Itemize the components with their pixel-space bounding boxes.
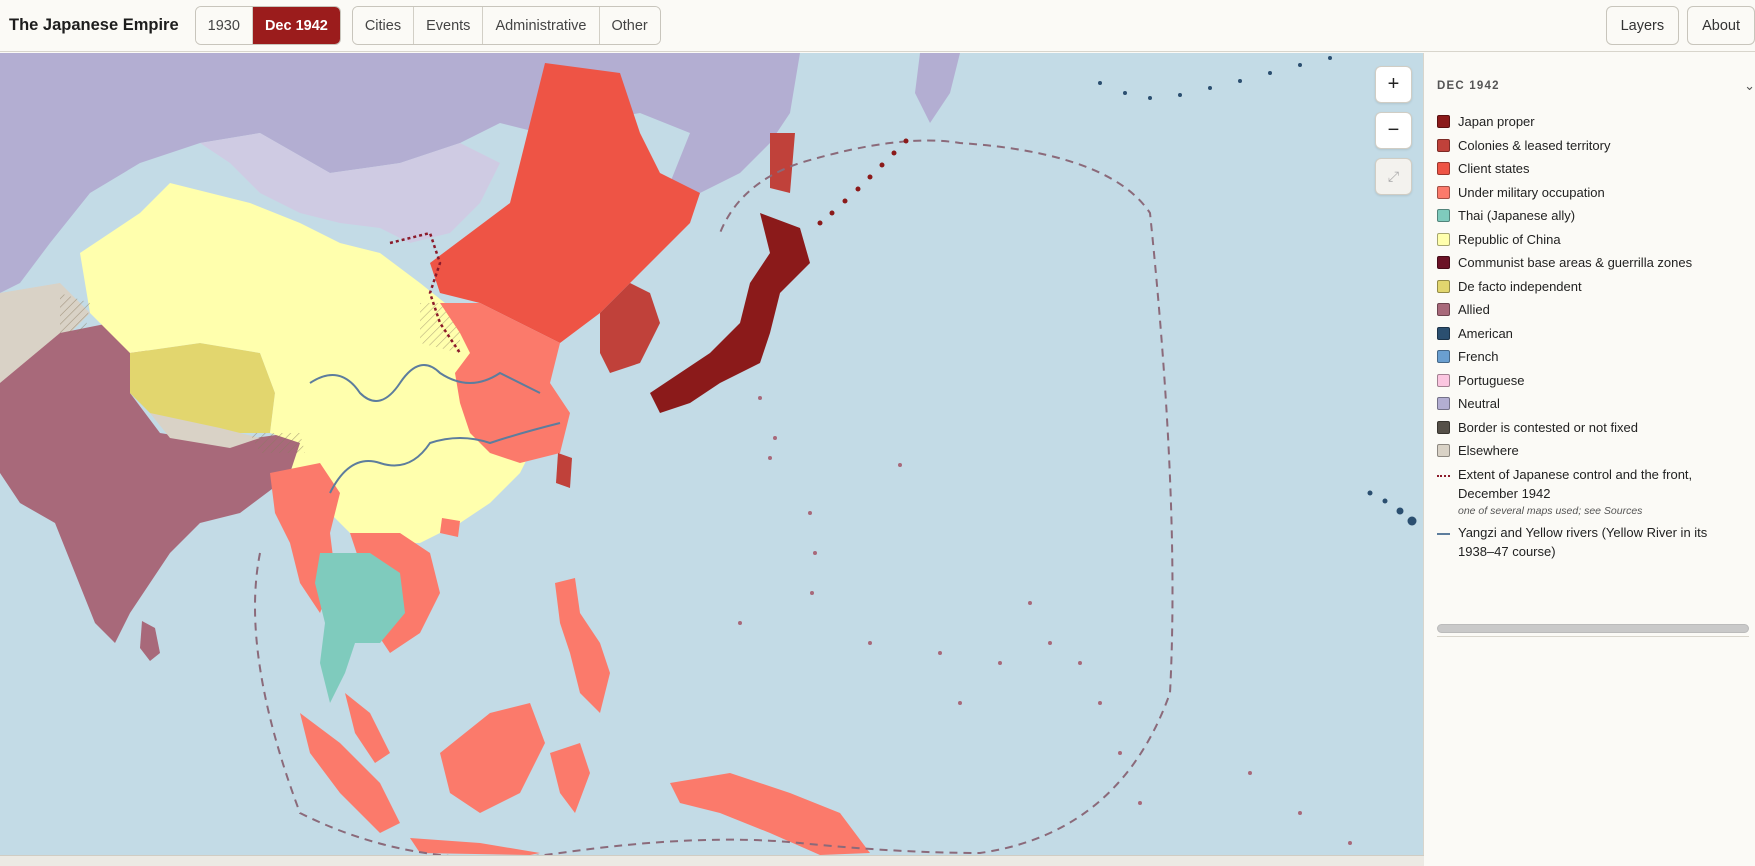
legend-swatch bbox=[1437, 209, 1450, 222]
legend-item: De facto independent bbox=[1437, 277, 1747, 296]
legend-swatch bbox=[1437, 474, 1450, 477]
category-other[interactable]: Other bbox=[599, 7, 660, 44]
legend-label: De facto independent bbox=[1458, 278, 1582, 294]
aleutian-islands bbox=[1098, 56, 1332, 100]
app-title: The Japanese Empire bbox=[9, 16, 179, 34]
legend-swatch bbox=[1437, 185, 1450, 199]
legend-swatch bbox=[1437, 279, 1450, 293]
region-philippines bbox=[555, 578, 610, 713]
legend-item: Portuguese bbox=[1437, 371, 1747, 390]
legend-swatch bbox=[1437, 115, 1450, 128]
layers-button[interactable]: Layers bbox=[1605, 6, 1680, 45]
region-thailand bbox=[315, 553, 405, 703]
region-ceylon bbox=[140, 621, 160, 661]
legend-label: French bbox=[1458, 349, 1499, 364]
legend-label: Yangzi and Yellow rivers (Yellow River i… bbox=[1458, 525, 1708, 559]
legend-swatch bbox=[1437, 533, 1450, 535]
region-sulawesi bbox=[550, 743, 590, 813]
legend-swatch bbox=[1437, 326, 1450, 340]
legend-swatch bbox=[1437, 232, 1450, 246]
legend-item: Colonies & leased territory bbox=[1437, 136, 1747, 155]
legend-swatch bbox=[1437, 303, 1450, 316]
region-borneo bbox=[440, 703, 545, 813]
region-sakhalin bbox=[770, 133, 795, 193]
legend-title: DEC 1942 bbox=[1437, 80, 1500, 92]
legend-header[interactable]: DEC 1942 ⌄ bbox=[1437, 78, 1755, 94]
zoom-out-button[interactable]: − bbox=[1375, 112, 1412, 149]
map-svg bbox=[0, 53, 1417, 855]
category-cities[interactable]: Cities bbox=[352, 7, 415, 44]
legend-item: Japan proper bbox=[1437, 112, 1747, 131]
kurile-islands bbox=[817, 138, 909, 226]
legend-divider bbox=[1437, 636, 1749, 637]
legend-list: Japan proper Colonies & leased territory C… bbox=[1437, 112, 1747, 566]
legend-label: Client states bbox=[1458, 161, 1530, 176]
timeline-option-dec-1942[interactable]: Dec 1942 bbox=[252, 7, 340, 44]
legend-item: Extent of Japanese control and the front… bbox=[1437, 465, 1747, 503]
region-hainan bbox=[440, 518, 460, 537]
legend-item: Neutral bbox=[1437, 394, 1747, 413]
region-malaya bbox=[345, 693, 390, 763]
legend-item: Under military occupation bbox=[1437, 183, 1747, 202]
category-selector: Cities Events Administrative Other bbox=[351, 6, 661, 45]
region-japan bbox=[650, 213, 810, 413]
legend-scrollbar[interactable] bbox=[1437, 624, 1749, 633]
legend-label: American bbox=[1458, 325, 1513, 341]
legend-label: Republic of China bbox=[1458, 231, 1561, 247]
region-sumatra bbox=[300, 713, 400, 833]
fit-extent-icon[interactable]: ⤢ bbox=[1375, 158, 1412, 195]
legend-swatch bbox=[1437, 420, 1450, 434]
category-events[interactable]: Events bbox=[414, 7, 484, 44]
legend-label: Japan proper bbox=[1458, 114, 1535, 129]
legend-label: Border is contested or not fixed bbox=[1458, 419, 1638, 435]
region-new-guinea bbox=[670, 773, 870, 855]
legend-swatch bbox=[1437, 397, 1450, 410]
legend-label: Thai (Japanese ally) bbox=[1458, 208, 1576, 223]
hawaii-islands bbox=[1367, 490, 1417, 526]
region-taiwan bbox=[556, 453, 572, 488]
legend-swatch bbox=[1437, 350, 1450, 363]
legend-swatch bbox=[1437, 373, 1450, 387]
chevron-down-icon[interactable]: ⌄ bbox=[1744, 78, 1755, 94]
region-kamchatka bbox=[915, 53, 960, 123]
legend-label: Portuguese bbox=[1458, 372, 1525, 388]
legend-label: Elsewhere bbox=[1458, 443, 1519, 458]
legend-swatch bbox=[1437, 138, 1450, 152]
legend-item: Yangzi and Yellow rivers (Yellow River i… bbox=[1437, 523, 1747, 561]
region-contested-1 bbox=[60, 293, 90, 333]
legend-item: Allied bbox=[1437, 300, 1747, 319]
legend-item: Elsewhere bbox=[1437, 441, 1747, 460]
legend-label: Allied bbox=[1458, 302, 1490, 317]
legend-item: American bbox=[1437, 324, 1747, 343]
top-bar: The Japanese Empire 1930 Dec 1942 Cities… bbox=[0, 0, 1755, 52]
legend-panel: DEC 1942 ⌄ Japan proper Colonies & leased… bbox=[1425, 53, 1755, 866]
map-footer bbox=[0, 855, 1424, 866]
legend-swatch bbox=[1437, 256, 1450, 269]
legend-label: Under military occupation bbox=[1458, 184, 1605, 200]
legend-item: French bbox=[1437, 347, 1747, 366]
region-tibet bbox=[130, 343, 275, 433]
about-button[interactable]: About bbox=[1687, 6, 1755, 45]
legend-note: one of several maps used; see Sources bbox=[1458, 505, 1643, 517]
legend-item: Border is contested or not fixed bbox=[1437, 418, 1747, 437]
timeline-selector: 1930 Dec 1942 bbox=[194, 6, 341, 45]
category-administrative[interactable]: Administrative bbox=[483, 7, 600, 44]
pacific-islands bbox=[738, 396, 1352, 845]
map-canvas[interactable] bbox=[0, 53, 1424, 855]
timeline-option-1930[interactable]: 1930 bbox=[195, 7, 253, 44]
region-java bbox=[410, 838, 540, 855]
legend-item: Communist base areas & guerrilla zones bbox=[1437, 253, 1747, 272]
legend-item: Thai (Japanese ally) bbox=[1437, 206, 1747, 225]
zoom-in-button[interactable]: + bbox=[1375, 66, 1412, 103]
legend-item: Republic of China bbox=[1437, 230, 1747, 249]
legend-swatch bbox=[1437, 162, 1450, 175]
legend-item: Client states bbox=[1437, 159, 1747, 178]
legend-label: Communist base areas & guerrilla zones bbox=[1458, 255, 1693, 270]
legend-label: Neutral bbox=[1458, 396, 1500, 411]
legend-swatch bbox=[1437, 444, 1450, 457]
legend-label: Colonies & leased territory bbox=[1458, 137, 1611, 153]
legend-label: Extent of Japanese control and the front… bbox=[1458, 466, 1693, 501]
